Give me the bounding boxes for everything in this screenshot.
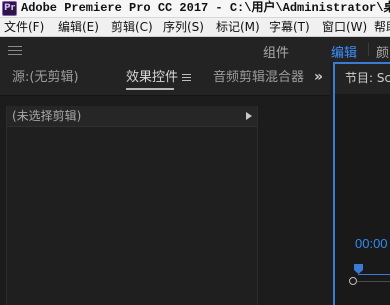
workspace-tab-editing[interactable]: 编辑 bbox=[331, 42, 357, 61]
zoom-scroll-track[interactable] bbox=[357, 281, 390, 282]
program-monitor-panel: 节目: Sc 00:00 bbox=[333, 62, 390, 305]
program-timecode[interactable]: 00:00 bbox=[355, 236, 388, 252]
menu-marker[interactable]: 标记(M) bbox=[216, 20, 260, 35]
panel-menu-icon[interactable] bbox=[182, 74, 191, 82]
no-clip-selected-label: (未选择剪辑) bbox=[12, 109, 82, 123]
workspace-tab-color[interactable]: 颜 bbox=[376, 42, 389, 61]
effect-controls-body: (未选择剪辑) bbox=[6, 106, 258, 305]
active-tab-underline bbox=[126, 88, 174, 90]
tab-program[interactable]: 节目: Sc bbox=[345, 71, 390, 86]
tab-overflow-chevron-icon[interactable]: » bbox=[314, 68, 323, 86]
premiere-app-icon: Pr bbox=[2, 1, 17, 16]
menu-window[interactable]: 窗口(W) bbox=[322, 20, 367, 35]
menu-sequence[interactable]: 序列(S) bbox=[163, 20, 204, 35]
tab-audio-clip-mixer[interactable]: 音频剪辑混合器 bbox=[213, 70, 309, 86]
workspace-tab-assembly[interactable]: 组件 bbox=[263, 42, 289, 61]
menu-help[interactable]: 帮助 bbox=[374, 20, 390, 35]
program-scrub-bar[interactable] bbox=[358, 274, 390, 275]
program-monitor-header: 节目: Sc bbox=[335, 64, 390, 94]
play-triangle-icon[interactable] bbox=[246, 112, 252, 120]
zoom-scroll-handle[interactable] bbox=[349, 277, 357, 285]
title-bar: Pr Adobe Premiere Pro CC 2017 - C:\用户\Ad… bbox=[0, 0, 390, 18]
window-title: Adobe Premiere Pro CC 2017 - C:\用户\Admin… bbox=[21, 1, 390, 15]
panel-tab-strip: 源:(无剪辑) 效果控件 音频剪辑混合器 » bbox=[0, 62, 330, 96]
menu-title[interactable]: 字幕(T) bbox=[269, 20, 310, 35]
tab-effect-controls[interactable]: 效果控件 bbox=[126, 70, 178, 86]
menu-bar: 文件(F) 编辑(E) 剪辑(C) 序列(S) 标记(M) 字幕(T) 窗口(W… bbox=[0, 18, 390, 37]
workspace-divider bbox=[368, 43, 369, 56]
menu-file[interactable]: 文件(F) bbox=[4, 20, 44, 35]
tab-source[interactable]: 源:(无剪辑) bbox=[12, 70, 79, 86]
menu-clip[interactable]: 剪辑(C) bbox=[111, 20, 153, 35]
premiere-window: Pr Adobe Premiere Pro CC 2017 - C:\用户\Ad… bbox=[0, 0, 390, 305]
workspace-bar: 组件 编辑 颜 bbox=[0, 37, 390, 62]
hamburger-icon[interactable] bbox=[8, 46, 22, 55]
source-effects-panel: 源:(无剪辑) 效果控件 音频剪辑混合器 » (未选择剪辑) bbox=[0, 62, 330, 305]
app-icon-text: Pr bbox=[4, 3, 16, 13]
effect-controls-header: (未选择剪辑) bbox=[7, 106, 257, 127]
playhead-marker-icon[interactable] bbox=[354, 264, 363, 274]
menu-edit[interactable]: 编辑(E) bbox=[58, 20, 99, 35]
